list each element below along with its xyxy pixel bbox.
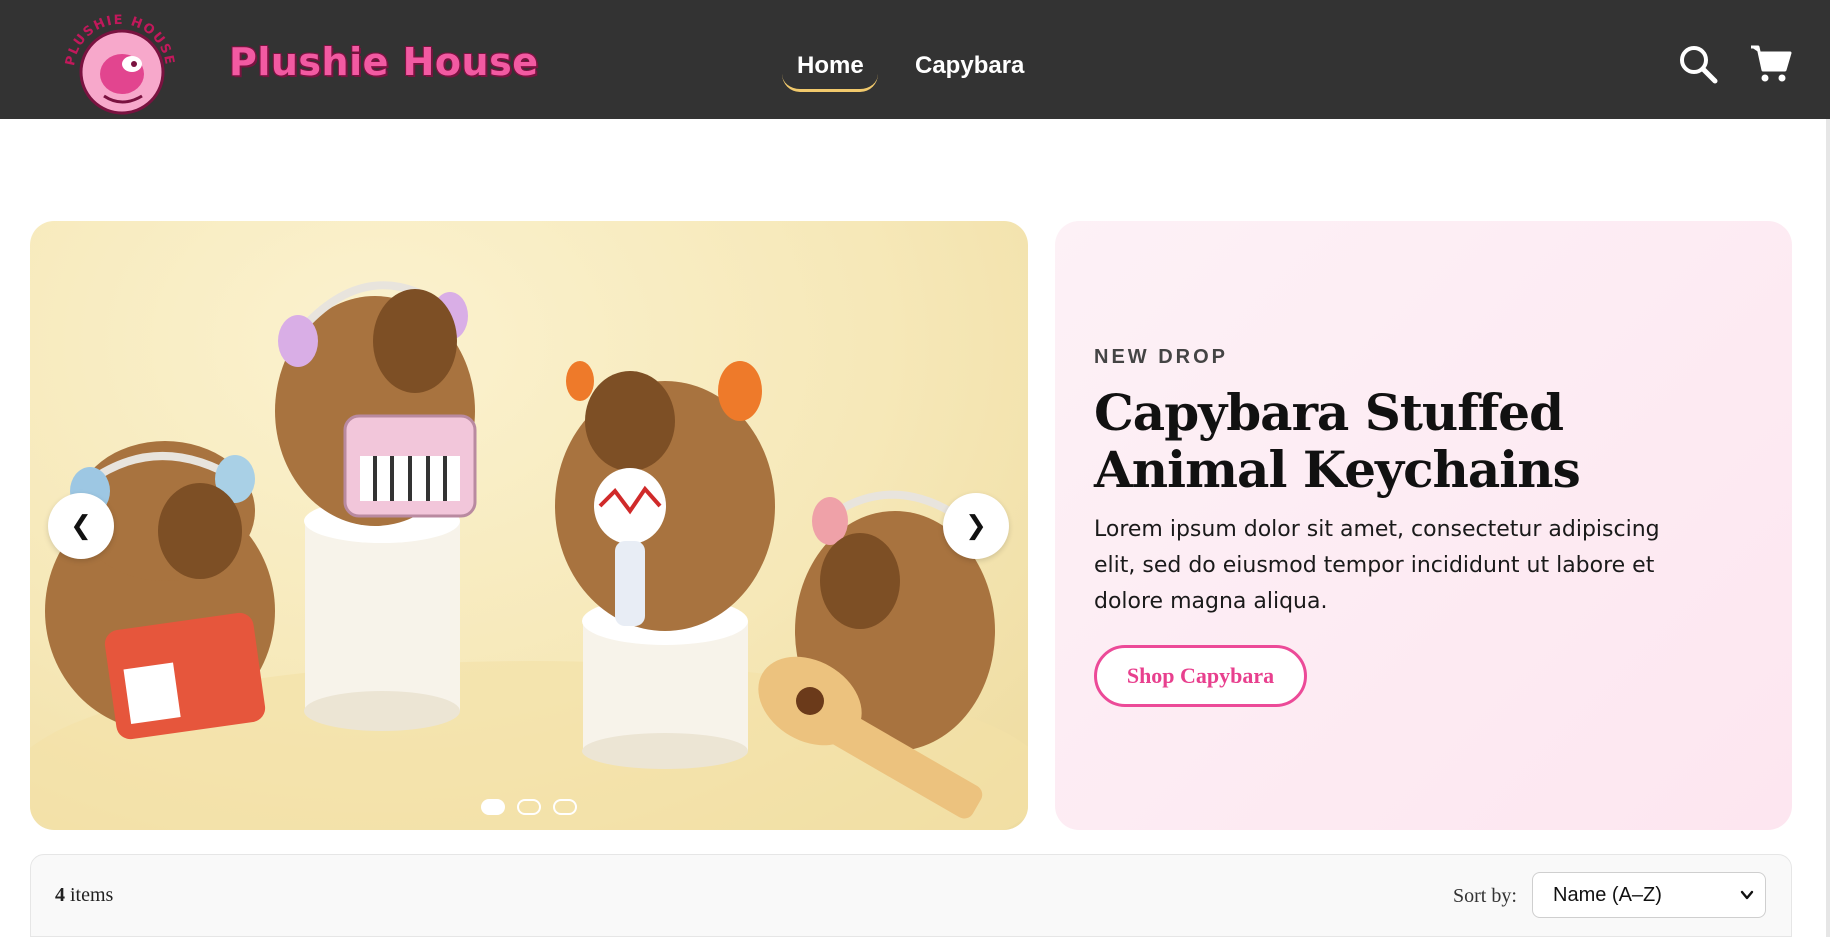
- hero-slider: [30, 221, 1028, 830]
- sort-selected-value: Name (A–Z): [1553, 883, 1662, 906]
- slider-dot-1[interactable]: [481, 799, 505, 815]
- nav-active-indicator: [782, 74, 878, 92]
- sort-label: Sort by:: [1453, 885, 1517, 907]
- cart-icon[interactable]: [1750, 44, 1792, 84]
- item-count-number: 4: [55, 884, 65, 906]
- brand-logo[interactable]: PLUSHIE HOUSE: [60, 12, 180, 116]
- slider-dot-3[interactable]: [553, 799, 577, 815]
- product-toolbar: [30, 854, 1792, 937]
- promo-eyebrow: NEW DROP: [1094, 346, 1228, 368]
- sort-select[interactable]: Name (A–Z): [1532, 872, 1766, 918]
- brand-name[interactable]: Plushie House: [229, 40, 538, 84]
- item-count: 4 items: [55, 884, 113, 907]
- page-scrollbar[interactable]: [1826, 119, 1830, 937]
- promo-title: Capybara Stuffed Animal Keychains: [1094, 383, 1581, 499]
- promo-description: Lorem ipsum dolor sit amet, consectetur …: [1094, 517, 1660, 614]
- nav-capybara[interactable]: Capybara: [915, 52, 1024, 80]
- slider-prev-button[interactable]: ❮: [48, 493, 114, 559]
- item-count-suffix: items: [65, 884, 114, 906]
- shop-capybara-button[interactable]: Shop Capybara: [1094, 645, 1307, 707]
- search-icon[interactable]: [1678, 44, 1718, 84]
- slider-next-button[interactable]: ❯: [943, 493, 1009, 559]
- slider-dot-2[interactable]: [517, 799, 541, 815]
- chevron-down-icon: [1740, 890, 1754, 900]
- slide-image-capybara-plushies: [30, 281, 1028, 830]
